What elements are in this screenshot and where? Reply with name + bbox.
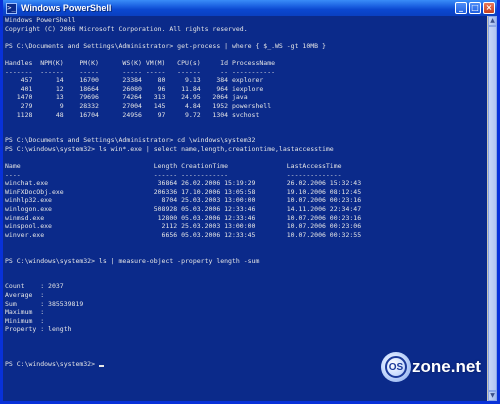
console-line: ---- ------ ------------ -------------- [5,170,342,179]
console-line: Sum : 385539819 [5,299,84,308]
console-line: Name Length CreationTime LastAccessTime [5,162,342,171]
text-cursor [98,365,104,368]
console-line: 457 14 16700 23384 80 9.13 384 explorer [5,76,264,85]
console-line: Minimum : [5,316,45,325]
console-line: winchat.exe 36864 26.02.2006 15:19:29 26… [5,179,362,188]
console-line: PS C:\Documents and Settings\Administrat… [5,41,326,50]
console-line: Handles NPM(K) PM(K) WS(K) VM(M) CPU(s) … [5,58,276,67]
oszone-logo-mark: OS [381,352,411,382]
console-line: winlogon.exe 508928 05.03.2006 12:33:46 … [5,205,362,214]
console-line: Maximum : [5,308,45,317]
minimize-button[interactable]: _ [455,2,467,14]
console-line: winmsd.exe 12800 05.03.2006 12:33:46 10.… [5,213,362,222]
console-line: PS C:\windows\system32> ls | measure-obj… [5,256,260,265]
scroll-down-button[interactable]: ▼ [488,391,497,401]
scroll-thumb[interactable] [488,26,497,391]
console-line: 1128 48 16704 24956 97 9.72 1304 svchost [5,110,260,119]
console-line: 401 12 18664 26080 96 11.84 964 iexplore [5,84,264,93]
console-output[interactable]: Windows PowerShell Copyright (C) 2006 Mic… [3,16,487,401]
powershell-icon: >_ [6,2,17,14]
oszone-logo: OS zone.net [381,352,481,382]
window-controls: _ □ × [455,2,495,14]
console-line: WinFXDocObj.exe 206336 17.10.2006 13:05:… [5,187,362,196]
vertical-scrollbar[interactable]: ▲ ▼ [487,16,497,401]
console-line: Windows PowerShell [5,16,76,24]
console-line: PS C:\windows\system32> ls win*.exe | se… [5,144,334,153]
console-line: Average : [5,291,45,299]
console-line: 1470 13 79696 74264 313 24.95 2064 java [5,93,248,102]
close-button[interactable]: × [483,2,495,14]
title-bar[interactable]: >_ Windows PowerShell _ □ × [3,0,497,16]
console-line: PS C:\Documents and Settings\Administrat… [5,136,256,145]
oszone-logo-text: zone.net [412,357,481,376]
console-line: Count : 2037 [5,282,64,291]
console-line: Property : length [5,325,72,334]
console-line: winver.exe 6656 05.03.2006 12:33:45 10.0… [5,230,362,239]
window-title: Windows PowerShell [21,3,112,13]
console-line: Copyright (C) 2006 Microsoft Corporation… [5,24,248,33]
powershell-window: >_ Windows PowerShell _ □ × Windows Powe… [0,0,500,404]
maximize-button[interactable]: □ [469,2,481,14]
console-line: winspool.exe 2112 25.03.2003 13:00:00 10… [5,222,362,231]
scroll-up-button[interactable]: ▲ [488,16,497,26]
console-line: winhlp32.exe 8704 25.03.2003 13:00:00 10… [5,196,362,205]
console-line: 279 9 28332 27004 145 4.84 1952 powershe… [5,101,272,110]
console-line: ------- ------ ----- ----- ----- ------ … [5,67,276,76]
